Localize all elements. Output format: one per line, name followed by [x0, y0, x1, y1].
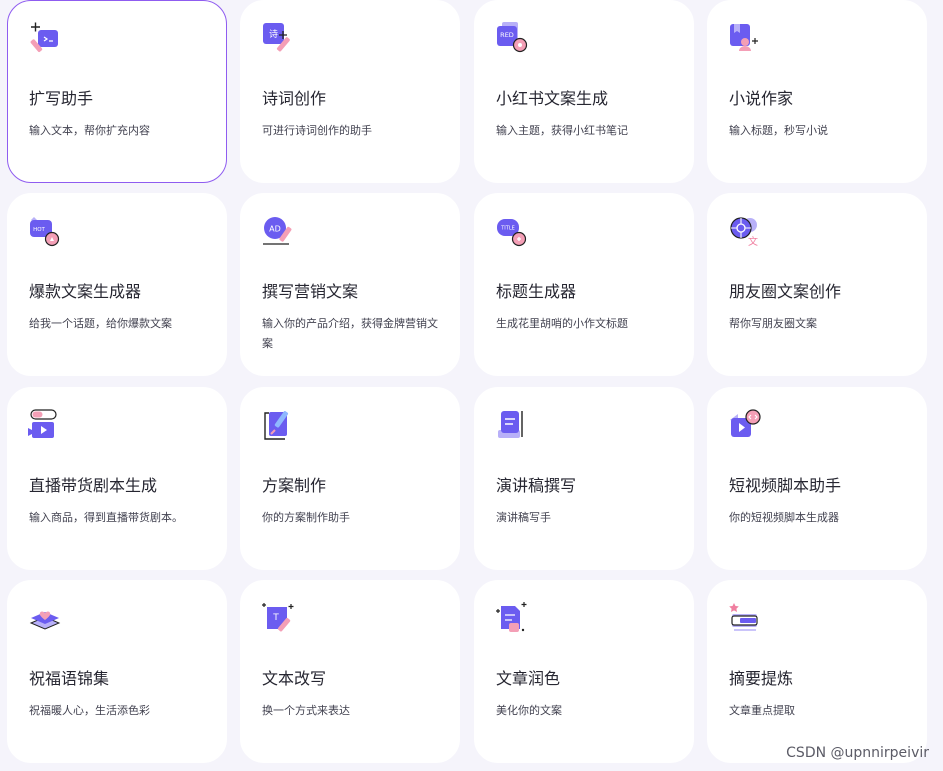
ad-badge-text: AD — [269, 225, 281, 234]
card-description: 你的方案制作助手 — [262, 511, 350, 524]
card-rewrite[interactable]: T 文本改写 换一个方式来表达 — [240, 580, 460, 763]
card-title: 文本改写 — [262, 669, 327, 688]
card-description: 可进行诗词创作的助手 — [262, 124, 372, 137]
card-title: 文章润色 — [496, 669, 561, 688]
card-description: 生成花里胡哨的小作文标题 — [496, 317, 628, 330]
card-ad-copy[interactable]: AD 撰写营销文案 输入你的产品介绍，获得金牌营销文案 — [240, 193, 460, 376]
card-title-generator[interactable]: TITLE 标题生成器 生成花里胡哨的小作文标题 — [474, 193, 694, 376]
polish-icon — [495, 601, 529, 635]
card-description: 给我一个话题，给你爆款文案 — [29, 317, 172, 330]
card-title: 扩写助手 — [29, 89, 94, 108]
title-badge-text: TITLE — [500, 226, 515, 232]
blessing-icon — [28, 601, 62, 635]
speech-icon — [495, 408, 529, 442]
red-badge-text: RED — [500, 31, 514, 39]
card-description: 文章重点提取 — [729, 704, 795, 717]
card-title: 方案制作 — [262, 476, 327, 495]
card-title: 撰写营销文案 — [262, 282, 359, 301]
card-description: 输入主题，获得小红书笔记 — [496, 124, 628, 137]
card-description: 演讲稿写手 — [496, 511, 551, 524]
card-title: 标题生成器 — [496, 282, 577, 301]
card-description: 输入标题，秒写小说 — [729, 124, 828, 137]
card-title: 短视频脚本助手 — [729, 476, 842, 495]
card-title: 演讲稿撰写 — [496, 476, 577, 495]
card-description: 输入你的产品介绍，获得金牌营销文案 — [262, 317, 438, 350]
summary-icon — [728, 601, 762, 635]
poem-icon: 诗 — [261, 21, 295, 55]
card-blessing[interactable]: 祝福语锦集 祝福暖人心，生活添色彩 — [7, 580, 227, 763]
expand-writing-icon — [28, 21, 62, 55]
card-description: 输入文本，帮你扩充内容 — [29, 124, 150, 137]
card-summary[interactable]: 摘要提炼 文章重点提取 — [707, 580, 927, 763]
red-note-icon: RED — [495, 21, 529, 55]
live-stream-icon — [28, 408, 62, 442]
tool-card-grid: 扩写助手 输入文本，帮你扩充内容 诗 诗词创作 可进行诗词创作的助手 RED 小… — [0, 0, 943, 771]
csdn-watermark: CSDN @upnnirpeivir — [786, 745, 929, 761]
poem-badge-text: 诗 — [269, 29, 278, 40]
card-hot-copy[interactable]: HOT 爆款文案生成器 给我一个话题，给你爆款文案 — [7, 193, 227, 376]
ad-copy-icon: AD — [261, 214, 295, 248]
card-speech[interactable]: 演讲稿撰写 演讲稿写手 — [474, 387, 694, 570]
card-live-stream[interactable]: 直播带货剧本生成 输入商品，得到直播带货剧本。 — [7, 387, 227, 570]
moments-badge-text: 文 — [748, 235, 758, 248]
card-title: 摘要提炼 — [729, 669, 794, 688]
hot-badge-text: HOT — [33, 227, 45, 233]
short-video-icon — [728, 408, 762, 442]
card-plan[interactable]: 方案制作 你的方案制作助手 — [240, 387, 460, 570]
plan-icon — [261, 408, 295, 442]
card-title: 小红书文案生成 — [496, 89, 609, 108]
moments-icon: 文 — [728, 214, 762, 248]
rewrite-icon: T — [261, 601, 295, 635]
novel-writer-icon — [728, 21, 762, 55]
card-title: 直播带货剧本生成 — [29, 476, 158, 495]
card-title: 爆款文案生成器 — [29, 282, 142, 301]
card-novel-writer[interactable]: 小说作家 输入标题，秒写小说 — [707, 0, 927, 183]
card-poem[interactable]: 诗 诗词创作 可进行诗词创作的助手 — [240, 0, 460, 183]
card-description: 输入商品，得到直播带货剧本。 — [29, 511, 183, 524]
card-title: 小说作家 — [729, 89, 794, 108]
title-generator-icon: TITLE — [495, 214, 529, 248]
card-red-note[interactable]: RED 小红书文案生成 输入主题，获得小红书笔记 — [474, 0, 694, 183]
card-moments[interactable]: 文 朋友圈文案创作 帮你写朋友圈文案 — [707, 193, 927, 376]
card-description: 你的短视频脚本生成器 — [729, 511, 839, 524]
card-expand-writing[interactable]: 扩写助手 输入文本，帮你扩充内容 — [7, 0, 227, 183]
rewrite-badge-text: T — [272, 613, 279, 623]
hot-copy-icon: HOT — [28, 214, 62, 248]
card-short-video[interactable]: 短视频脚本助手 你的短视频脚本生成器 — [707, 387, 927, 570]
card-description: 换一个方式来表达 — [262, 704, 350, 717]
card-title: 朋友圈文案创作 — [729, 282, 842, 301]
card-description: 帮你写朋友圈文案 — [729, 317, 817, 330]
card-description: 祝福暖人心，生活添色彩 — [29, 704, 150, 717]
card-polish[interactable]: 文章润色 美化你的文案 — [474, 580, 694, 763]
card-description: 美化你的文案 — [496, 704, 562, 717]
card-title: 诗词创作 — [262, 89, 327, 108]
card-title: 祝福语锦集 — [29, 669, 110, 688]
